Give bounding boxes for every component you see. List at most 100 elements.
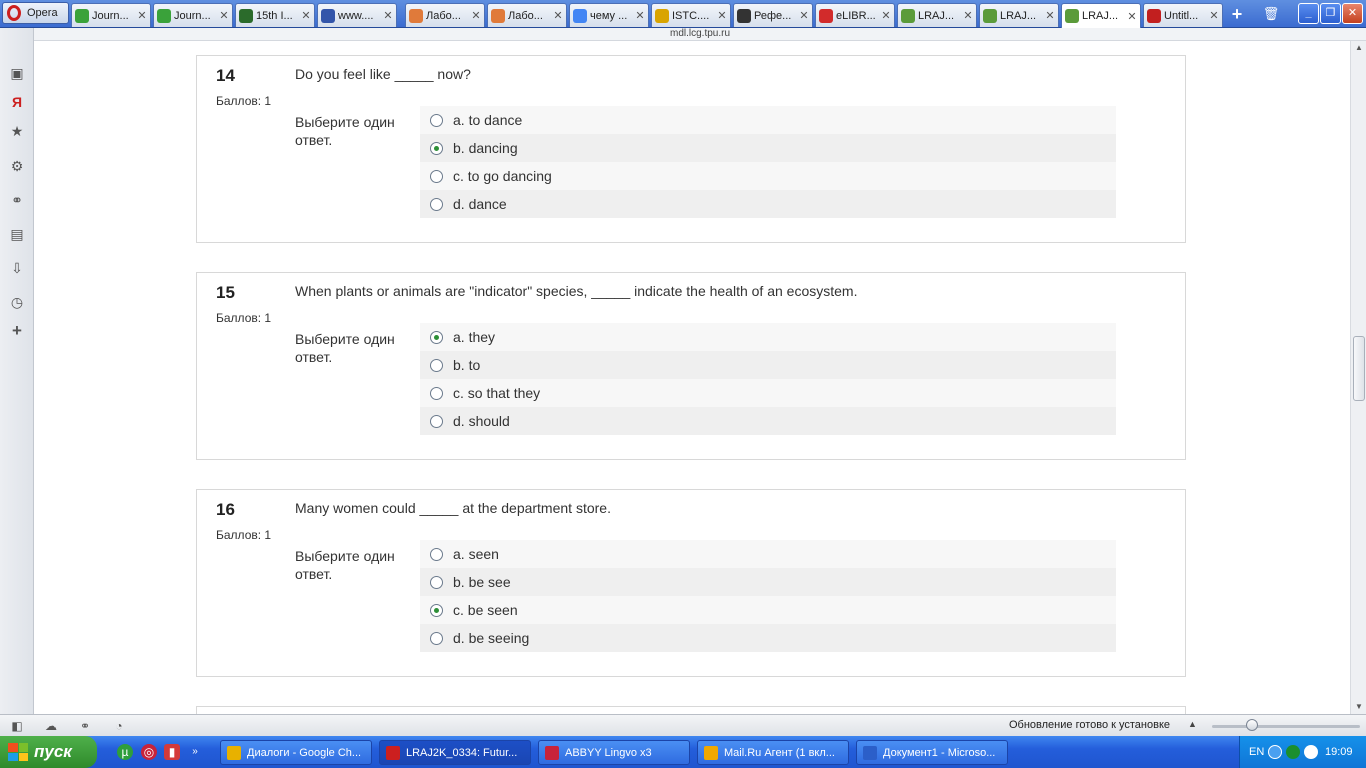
bookmarks-star-icon[interactable]: ★ (8, 122, 26, 140)
tray-arrow-icon[interactable] (1268, 745, 1282, 759)
close-tab-icon[interactable]: ✕ (716, 9, 728, 22)
tab-7[interactable]: ISTC.... ✕ (651, 3, 731, 27)
answer-label[interactable]: c. to go dancing (453, 168, 552, 184)
answer-label[interactable]: b. be see (453, 574, 511, 590)
answer-label[interactable]: d. should (453, 413, 510, 429)
close-window-button[interactable]: ✕ (1342, 3, 1363, 24)
answer-option[interactable]: b. to (420, 351, 1116, 379)
quicklaunch-app-icon[interactable]: ▮ (164, 744, 180, 760)
answer-option[interactable]: c. so that they (420, 379, 1116, 407)
answer-label[interactable]: a. to dance (453, 112, 522, 128)
scroll-up-arrow-icon[interactable]: ▲ (1351, 41, 1366, 55)
tab-12[interactable]: LRAJ... ✕ (1061, 3, 1141, 28)
radio-unchecked-icon[interactable] (430, 414, 443, 428)
close-tab-icon[interactable]: ✕ (880, 9, 892, 22)
tab-10[interactable]: LRAJ... ✕ (897, 3, 977, 27)
opera-menu-button[interactable]: Opera (2, 2, 69, 24)
close-tab-icon[interactable]: ✕ (470, 9, 482, 22)
close-tab-icon[interactable]: ✕ (300, 9, 312, 22)
tab-0[interactable]: Journ... ✕ (71, 3, 151, 27)
taskbar-task[interactable]: Mail.Ru Агент (1 вкл... (697, 740, 849, 765)
radio-unchecked-icon[interactable] (430, 113, 443, 127)
radio-unchecked-icon[interactable] (430, 575, 443, 589)
scroll-down-arrow-icon[interactable]: ▼ (1351, 700, 1366, 714)
scroll-thumb[interactable] (1353, 336, 1365, 401)
answer-label[interactable]: c. so that they (453, 385, 540, 401)
downloads-icon[interactable]: ⇩ (8, 259, 26, 277)
radio-unchecked-icon[interactable] (430, 547, 443, 561)
utorrent-icon[interactable]: µ (117, 744, 133, 760)
answer-label[interactable]: c. be seen (453, 602, 518, 618)
update-status-text[interactable]: Обновление готово к установке (1009, 719, 1170, 731)
taskbar-task[interactable]: Документ1 - Microso... (856, 740, 1008, 765)
new-tab-button[interactable]: + (1227, 4, 1247, 24)
answer-option[interactable]: c. be seen (420, 596, 1116, 624)
restore-button[interactable]: ❐ (1320, 3, 1341, 24)
zoom-slider[interactable] (1212, 725, 1360, 728)
answer-label[interactable]: d. be seeing (453, 630, 529, 646)
radio-unchecked-icon[interactable] (430, 358, 443, 372)
answer-option[interactable]: d. be seeing (420, 624, 1116, 652)
close-tab-icon[interactable]: ✕ (634, 9, 646, 22)
history-clock-icon[interactable]: ◷ (8, 293, 26, 311)
radio-checked-icon[interactable] (430, 330, 443, 344)
panel-toggle-icon[interactable]: ◧ (9, 718, 25, 734)
language-indicator[interactable]: EN (1249, 746, 1264, 758)
tab-13[interactable]: Untitl... ✕ (1143, 3, 1223, 27)
speed-dial-icon[interactable]: ▣ (8, 64, 26, 82)
answer-label[interactable]: a. they (453, 329, 495, 345)
tab-4[interactable]: Лабо... ✕ (405, 3, 485, 27)
radio-unchecked-icon[interactable] (430, 197, 443, 211)
close-tab-icon[interactable]: ✕ (552, 9, 564, 22)
tray-network-icon[interactable] (1304, 745, 1318, 759)
close-tab-icon[interactable]: ✕ (218, 9, 230, 22)
tab-9[interactable]: eLIBR... ✕ (815, 3, 895, 27)
close-tab-icon[interactable]: ✕ (136, 9, 148, 22)
answer-option[interactable]: a. to dance (420, 106, 1116, 134)
opera-quicklaunch-icon[interactable]: ◎ (141, 744, 157, 760)
update-expand-icon[interactable]: ▲ (1188, 719, 1197, 729)
trash-icon[interactable]: 🗑 (1261, 4, 1281, 24)
taskbar-task[interactable]: Диалоги - Google Ch... (220, 740, 372, 765)
close-tab-icon[interactable]: ✕ (1208, 9, 1220, 22)
answer-option[interactable]: b. dancing (420, 134, 1116, 162)
answer-label[interactable]: d. dance (453, 196, 507, 212)
close-tab-icon[interactable]: ✕ (798, 9, 810, 22)
answer-label[interactable]: a. seen (453, 546, 499, 562)
yandex-icon[interactable]: Я (8, 93, 26, 111)
tab-11[interactable]: LRAJ... ✕ (979, 3, 1059, 27)
close-tab-icon[interactable]: ✕ (1126, 10, 1138, 23)
radio-checked-icon[interactable] (430, 141, 443, 155)
zoom-slider-knob[interactable] (1246, 719, 1258, 731)
unite-icon[interactable]: ⚭ (77, 718, 93, 734)
tab-5[interactable]: Лабо... ✕ (487, 3, 567, 27)
answer-option[interactable]: a. seen (420, 540, 1116, 568)
notes-icon[interactable]: ▤ (8, 225, 26, 243)
answer-option[interactable]: b. be see (420, 568, 1116, 596)
radio-unchecked-icon[interactable] (430, 386, 443, 400)
gear-icon[interactable]: ⚙ (8, 157, 26, 175)
answer-label[interactable]: b. dancing (453, 140, 518, 156)
tray-eye-icon[interactable] (1286, 745, 1300, 759)
answer-option[interactable]: d. dance (420, 190, 1116, 218)
answer-option[interactable]: d. should (420, 407, 1116, 435)
answer-option[interactable]: a. they (420, 323, 1116, 351)
tab-3[interactable]: www.... ✕ (317, 3, 397, 27)
quicklaunch-more-icon[interactable]: » (190, 744, 200, 760)
vertical-scrollbar[interactable]: ▲ ▼ (1350, 41, 1366, 714)
address-bar[interactable]: mdl.lcg.tpu.ru (34, 28, 1366, 41)
tab-6[interactable]: чему ... ✕ (569, 3, 649, 27)
close-tab-icon[interactable]: ✕ (1044, 9, 1056, 22)
cloud-icon[interactable]: ☁ (43, 718, 59, 734)
close-tab-icon[interactable]: ✕ (962, 9, 974, 22)
taskbar-task[interactable]: ABBYY Lingvo x3 (538, 740, 690, 765)
answer-label[interactable]: b. to (453, 357, 480, 373)
tab-1[interactable]: Journ... ✕ (153, 3, 233, 27)
start-button[interactable]: пуск (0, 736, 97, 768)
radio-checked-icon[interactable] (430, 603, 443, 617)
answer-option[interactable]: c. to go dancing (420, 162, 1116, 190)
taskbar-task[interactable]: LRAJ2K_0334: Futur... (379, 740, 531, 765)
radio-unchecked-icon[interactable] (430, 169, 443, 183)
add-panel-icon[interactable]: + (8, 322, 26, 340)
radio-unchecked-icon[interactable] (430, 631, 443, 645)
